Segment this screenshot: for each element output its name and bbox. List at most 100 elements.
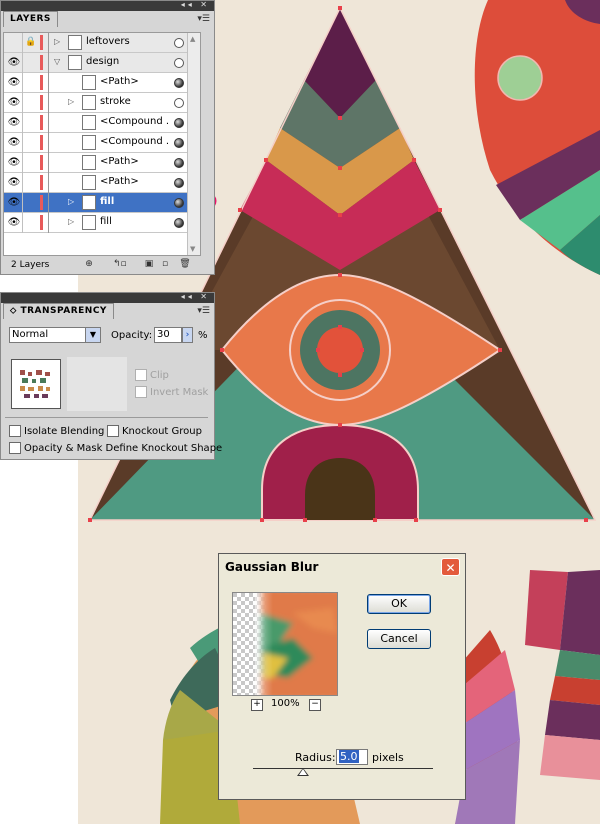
mask-thumbnail[interactable] [11,359,61,409]
visibility-eye-icon[interactable]: 👁 [6,95,22,110]
target-icon[interactable] [174,38,184,48]
visibility-eye-icon[interactable]: 👁 [6,55,22,70]
clip-option[interactable]: Clip [135,369,169,381]
visibility-eye-icon[interactable]: 👁 [6,155,22,170]
layer-color-indicator [40,155,43,170]
zoom-out-button[interactable]: − [309,699,321,711]
layer-thumbnail [82,135,96,150]
sublayer-row[interactable]: 👁 ▷ fill [4,193,200,213]
isolate-blending-checkbox[interactable] [9,425,21,437]
sublayer-row[interactable]: 👁 <Path> [4,73,200,93]
delete-layer-icon[interactable]: 🗑 [179,259,191,270]
cancel-button[interactable]: Cancel [367,629,431,649]
transparency-panel-menu-icon[interactable]: ▾☰ [197,306,210,316]
zoom-in-button[interactable]: + [251,699,263,711]
layer-color-indicator [40,95,43,110]
target-icon[interactable] [174,78,184,88]
locate-object-icon[interactable]: ⊕ [83,259,95,270]
transparency-tab[interactable]: ⬦ TRANSPARENCY [3,303,114,319]
transparency-titlebar[interactable]: ◂◂ ✕ [1,292,214,303]
new-layer-icon[interactable]: ▫ [159,259,171,270]
layer-name: fill [100,196,115,207]
column-divider [22,193,23,213]
sublayer-row[interactable]: 👁 ▷ stroke [4,93,200,113]
invert-mask-checkbox[interactable] [135,386,147,398]
panel-collapse-icon[interactable]: ◂◂ ✕ [181,0,210,9]
blend-mode-select[interactable]: Normal ▼ [9,327,101,343]
lock-toggle[interactable] [24,135,38,150]
lock-icon[interactable]: 🔒 [24,35,38,50]
lock-toggle[interactable] [24,155,38,170]
lock-toggle[interactable] [24,55,38,70]
sublayer-row[interactable]: 👁 <Compound ... [4,113,200,133]
opacity-value: 30 [157,329,170,340]
target-icon[interactable] [174,218,184,228]
layer-name: leftovers [86,36,130,47]
sublayer-row[interactable]: 👁 ▷ fill [4,213,200,233]
invert-mask-label: Invert Mask [150,387,209,398]
layers-panel: ◂◂ ✕ LAYERS ▾☰ 🔒 ▷ leftovers 👁 ▽ design 👁 <Path… [0,0,215,275]
target-icon[interactable] [174,98,184,108]
opacity-slider-toggle[interactable]: › [182,327,193,343]
lock-toggle[interactable] [24,95,38,110]
visibility-eye-icon[interactable] [6,35,22,50]
layer-row[interactable]: 👁 ▽ design [4,53,200,73]
knockout-group-checkbox[interactable] [107,425,119,437]
new-sublayer-icon[interactable]: ▣ [143,259,155,270]
isolate-blending-option[interactable]: Isolate Blending [9,425,104,437]
radius-input[interactable]: 5.0 [336,749,368,765]
target-icon[interactable] [174,58,184,68]
layer-row[interactable]: 🔒 ▷ leftovers [4,33,200,53]
radius-slider-thumb[interactable] [297,768,310,776]
clip-checkbox[interactable] [135,369,147,381]
opacity-unit: % [198,330,208,341]
collapse-triangle-icon[interactable]: ▽ [54,57,60,66]
expand-triangle-icon[interactable]: ▷ [68,97,74,106]
sublayer-row[interactable]: 👁 <Compound ... [4,133,200,153]
target-icon[interactable] [174,158,184,168]
opacity-mask-knockout-option[interactable]: Opacity & Mask Define Knockout Shape [9,442,222,454]
opacity-mask-knockout-label: Opacity & Mask Define Knockout Shape [24,443,223,454]
layers-titlebar[interactable]: ◂◂ ✕ [1,0,214,11]
panel-collapse-icon[interactable]: ◂◂ ✕ [181,292,210,301]
mask-area[interactable] [67,357,127,411]
layer-name: <Path> [100,76,139,87]
lock-toggle[interactable] [24,75,38,90]
visibility-eye-icon[interactable]: 👁 [6,135,22,150]
opacity-input[interactable]: 30 [154,327,182,343]
target-icon[interactable] [174,118,184,128]
layers-panel-menu-icon[interactable]: ▾☰ [197,14,210,24]
visibility-eye-icon[interactable]: 👁 [6,215,22,230]
radius-slider-track[interactable] [253,768,433,769]
visibility-eye-icon[interactable]: 👁 [6,75,22,90]
target-icon[interactable] [174,198,184,208]
layers-scrollbar[interactable]: ▲ ▼ [187,33,200,255]
layer-name: <Path> [100,176,139,187]
layer-color-indicator [40,115,43,130]
lock-toggle[interactable] [24,195,38,210]
visibility-eye-icon[interactable]: 👁 [6,175,22,190]
sublayer-row[interactable]: 👁 <Path> [4,153,200,173]
visibility-eye-icon[interactable]: 👁 [6,115,22,130]
lock-toggle[interactable] [24,215,38,230]
blur-preview[interactable] [232,592,338,696]
target-icon[interactable] [174,138,184,148]
ok-button[interactable]: OK [367,594,431,614]
sublayer-row[interactable]: 👁 <Path> [4,173,200,193]
expand-triangle-icon[interactable]: ▷ [54,37,60,46]
lock-toggle[interactable] [24,175,38,190]
opacity-mask-knockout-checkbox[interactable] [9,442,21,454]
chevron-down-icon[interactable]: ▼ [85,328,100,342]
layer-thumbnail [82,155,96,170]
invert-mask-option[interactable]: Invert Mask [135,386,208,398]
expand-triangle-icon[interactable]: ▷ [68,197,74,206]
close-icon[interactable]: ✕ [441,558,460,576]
expand-triangle-icon[interactable]: ▷ [68,217,74,226]
target-icon[interactable] [174,178,184,188]
column-divider [48,113,49,133]
visibility-eye-icon[interactable]: 👁 [6,195,22,210]
make-clipping-mask-icon[interactable]: ↰▫ [113,259,127,270]
layers-tab[interactable]: LAYERS [3,11,58,27]
lock-toggle[interactable] [24,115,38,130]
knockout-group-option[interactable]: Knockout Group [107,425,202,437]
